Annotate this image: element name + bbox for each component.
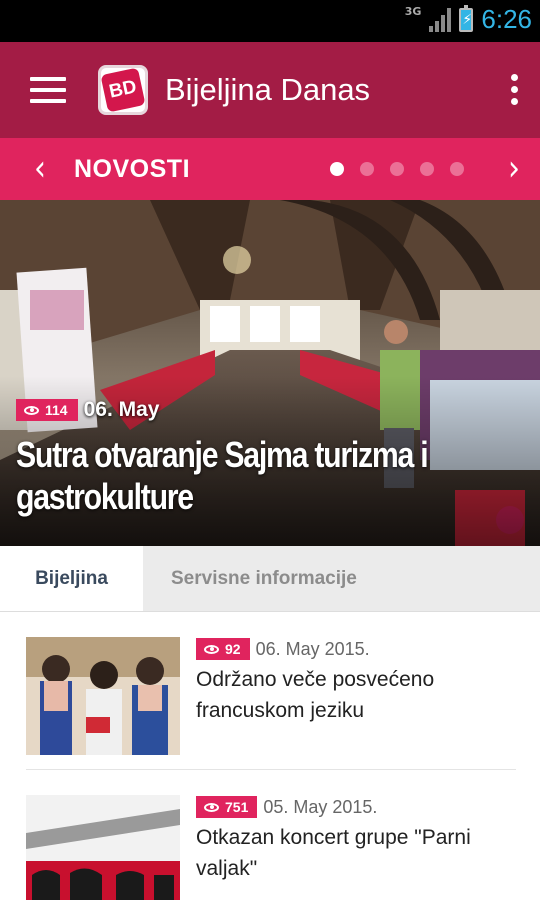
- overflow-menu-icon[interactable]: [511, 74, 518, 105]
- section-tabs: Bijeljina Servisne informacije: [0, 546, 540, 612]
- signal-icon: [429, 7, 452, 32]
- chevron-right-icon[interactable]: ›: [508, 150, 520, 187]
- status-time: 6:26: [481, 4, 532, 34]
- views-badge: 114: [16, 399, 78, 421]
- eye-icon: [204, 644, 219, 654]
- battery-icon: ⚡: [459, 4, 474, 32]
- hero-article[interactable]: 114 06. May Sutra otvaranje Sajma turizm…: [0, 200, 540, 546]
- news-list-item[interactable]: 92 06. May 2015. Održano veče posvećeno …: [26, 612, 516, 770]
- views-badge: 92: [196, 638, 250, 660]
- app-bar: BD Bijeljina Danas: [0, 42, 540, 138]
- chevron-left-icon[interactable]: ‹: [34, 150, 46, 187]
- page-dot[interactable]: [450, 162, 464, 176]
- tab-bijeljina[interactable]: Bijeljina: [0, 546, 143, 611]
- news-list: 92 06. May 2015. Održano veče posvećeno …: [0, 612, 540, 900]
- page-dot[interactable]: [390, 162, 404, 176]
- eye-icon: [204, 802, 219, 812]
- tab-servisne-informacije[interactable]: Servisne informacije: [143, 546, 357, 611]
- category-bar: ‹ NOVOSTI ›: [0, 138, 540, 200]
- news-thumbnail: [26, 637, 180, 755]
- news-title: Održano veče posvećeno francuskom jeziku: [196, 668, 435, 722]
- hero-title[interactable]: Sutra otvaranje Sajma turizma i gastroku…: [16, 434, 537, 518]
- news-thumbnail: [26, 795, 180, 900]
- status-icons: 3G ⚡ 6:26: [405, 4, 532, 35]
- network-type: 3G: [404, 5, 422, 18]
- app-title: Bijeljina Danas: [165, 72, 371, 107]
- page-dot[interactable]: [360, 162, 374, 176]
- hamburger-menu-icon[interactable]: [30, 77, 66, 103]
- news-title: Otkazan koncert grupe "Parni valjak": [196, 826, 471, 880]
- page-indicator: [330, 162, 464, 176]
- status-bar: 3G ⚡ 6:26: [0, 0, 540, 42]
- page-dot[interactable]: [330, 162, 344, 176]
- hero-meta: 114 06. May: [16, 398, 159, 422]
- page-dot[interactable]: [420, 162, 434, 176]
- category-title: NOVOSTI: [74, 154, 191, 183]
- views-badge: 751: [196, 796, 258, 818]
- eye-icon: [24, 405, 39, 415]
- news-list-item[interactable]: 751 05. May 2015. Otkazan koncert grupe …: [26, 770, 516, 900]
- hero-date: 06. May: [83, 398, 160, 421]
- news-date: 06. May 2015.: [255, 638, 370, 659]
- news-date: 05. May 2015.: [263, 796, 378, 817]
- app-logo: BD: [98, 65, 148, 115]
